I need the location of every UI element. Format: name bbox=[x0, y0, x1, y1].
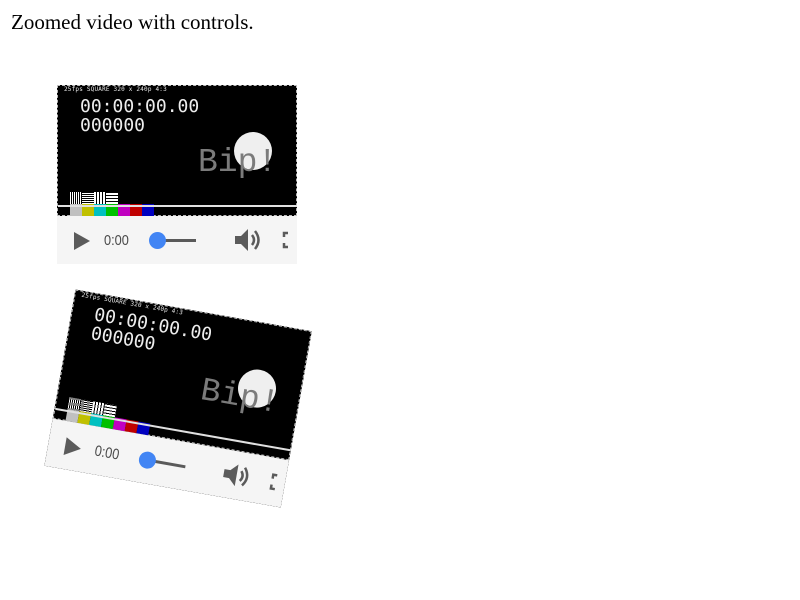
seek-slider-knob[interactable] bbox=[149, 232, 166, 249]
progress-bar[interactable] bbox=[58, 205, 297, 207]
play-icon[interactable] bbox=[63, 437, 83, 458]
volume-icon[interactable] bbox=[219, 459, 253, 492]
time-display: 0:00 bbox=[93, 442, 121, 464]
video-controls: 0:00 bbox=[57, 216, 297, 264]
volume-icon[interactable] bbox=[233, 226, 263, 254]
time-display: 0:00 bbox=[104, 232, 129, 249]
fullscreen-icon[interactable] bbox=[269, 472, 288, 493]
video-player-rotated[interactable]: 25fps SQUARE 320 x 240p 4:3 00:00:00.00 … bbox=[44, 289, 312, 508]
video-player[interactable]: 25fps SQUARE 320 x 240p 4:3 00:00:00.00 … bbox=[57, 85, 297, 264]
video-framecount: 000000 bbox=[80, 115, 146, 136]
test-pattern-stripes bbox=[70, 192, 118, 204]
video-timecode: 00:00:00.00 bbox=[80, 96, 200, 117]
bip-text: Bip! bbox=[198, 144, 278, 181]
video-frame[interactable]: 25fps SQUARE 320 x 240p 4:3 00:00:00.00 … bbox=[57, 85, 297, 216]
fullscreen-icon[interactable] bbox=[282, 231, 297, 249]
seek-slider-knob[interactable] bbox=[137, 450, 158, 470]
video-format-label: 25fps SQUARE 320 x 240p 4:3 bbox=[64, 86, 167, 93]
page-caption: Zoomed video with controls. bbox=[11, 10, 254, 34]
play-icon[interactable] bbox=[74, 232, 90, 250]
